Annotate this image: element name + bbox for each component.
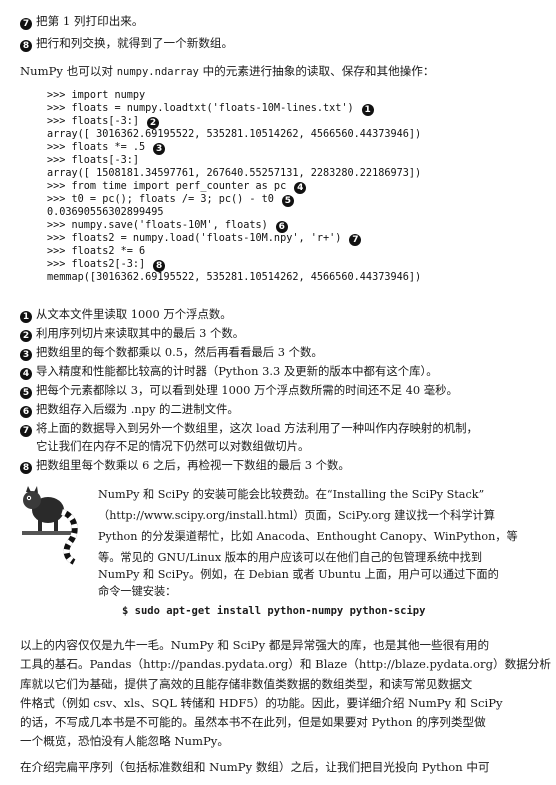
note-6: 6 把数组存入后缀为 .npy 的二进制文件。 bbox=[20, 402, 239, 418]
code-line: array([ 1508181.34597761, 267640.5525713… bbox=[47, 168, 421, 180]
tip-line: NumPy 和 SciPy 的安装可能会比较费劲。在“Installing th… bbox=[98, 488, 485, 501]
callout-item-7: 7 把第 1 列打印出来。 bbox=[20, 14, 144, 30]
note-marker: 1 bbox=[20, 311, 32, 323]
code-line: memmap([3016362.69195522, 535281.1051426… bbox=[47, 272, 421, 284]
code-line: >>> numpy.save('floats-10M', floats) 6 bbox=[47, 220, 288, 233]
code-line: >>> floats[-3:] 2 bbox=[47, 116, 160, 129]
callout-text: 把第 1 列打印出来。 bbox=[36, 14, 144, 28]
code-line: >>> from time import perf_counter as pc 4 bbox=[47, 181, 307, 194]
ring-tailed-lemur-tip-icon bbox=[22, 486, 78, 565]
tip-line: NumPy 和 SciPy。例如，在 Debian 或者 Ubuntu 上面，用… bbox=[98, 568, 499, 581]
tip-line: 等。常见的 GNU/Linux 版本的用户应该可以在他们自己的包管理系统中找到 bbox=[98, 551, 483, 564]
paragraph-line: 库就以它们为基础，提供了高效的且能存储非数值类数据的数组类型，和读写常见数据文 bbox=[20, 677, 473, 691]
note-text: 利用序列切片来读取其中的最后 3 个数。 bbox=[36, 326, 245, 340]
code-text: memmap([3016362.69195522, 535281.1051426… bbox=[47, 272, 422, 283]
code-callout-marker: 1 bbox=[361, 104, 374, 116]
code-callout-marker: 2 bbox=[147, 117, 160, 129]
note-marker: 7 bbox=[20, 425, 32, 437]
code-line: >>> t0 = pc(); floats /= 3; pc() - t0 5 bbox=[47, 194, 294, 207]
callout-marker: 7 bbox=[20, 18, 32, 30]
intro-before: NumPy 也可以对 bbox=[20, 64, 117, 78]
intro-code: numpy.ndarray bbox=[116, 66, 199, 78]
note-text: 把数组里每个数乘以 6 之后，再检视一下数组的最后 3 个数。 bbox=[36, 458, 350, 472]
code-line: >>> floats2 *= 6 bbox=[47, 246, 145, 258]
note-text: 从文本文件里读取 1000 万个浮点数。 bbox=[36, 307, 232, 321]
code-text: >>> import numpy bbox=[47, 90, 146, 101]
next-section-line: 在介绍完扁平序列（包括标准数组和 NumPy 数组）之后，让我们把目光投向 Py… bbox=[20, 760, 490, 774]
note-7: 7 将上面的数据导入到另外一个数组里，这次 load 方法利用了一种叫作内存映射的… bbox=[20, 421, 478, 437]
callout-marker: 8 bbox=[20, 40, 32, 52]
code-line: >>> import numpy bbox=[47, 90, 145, 102]
paragraph-line: 以上的内容仅仅是九牛一毛。NumPy 和 SciPy 都是异常强大的库，也是其他… bbox=[20, 638, 490, 652]
code-text: array([ 1508181.34597761, 267640.5525713… bbox=[47, 168, 422, 179]
note-3: 3 把数组里的每个数都乘以 0.5，然后再看看最后 3 个数。 bbox=[20, 345, 323, 361]
code-text: >>> t0 = pc(); floats /= 3; pc() - t0 bbox=[47, 194, 274, 205]
paragraph-line: 工具的基石。Pandas（http://pandas.pydata.org）和 … bbox=[20, 657, 551, 671]
intro-after: 中的元素进行抽象的读取、保存和其他操作： bbox=[198, 64, 435, 78]
code-text: >>> floats2 = numpy.load('floats-10M.npy… bbox=[47, 233, 342, 244]
code-text: >>> numpy.save('floats-10M', floats) bbox=[47, 220, 268, 231]
paragraph-line: 件格式（例如 csv、xls、SQL 转储和 HDF5）的功能。因此，要详细介绍… bbox=[20, 696, 503, 710]
tip-line: 命令一键安装： bbox=[98, 585, 177, 598]
note-text: 把数组里的每个数都乘以 0.5，然后再看看最后 3 个数。 bbox=[36, 345, 323, 359]
note-5: 5 把每个元素都除以 3，可以看到处理 1000 万个浮点数所需的时间还不足 40… bbox=[20, 383, 458, 399]
note-text: 把每个元素都除以 3，可以看到处理 1000 万个浮点数所需的时间还不足 40 … bbox=[36, 383, 458, 397]
code-line: array([ 3016362.69195522, 535281.1051426… bbox=[47, 129, 421, 141]
note-4: 4 导入精度和性能都比较高的计时器（Python 3.3 及更新的版本中都有这个库… bbox=[20, 364, 438, 380]
code-line: >>> floats[-3:] bbox=[47, 155, 139, 167]
code-text: array([ 3016362.69195522, 535281.1051426… bbox=[47, 129, 422, 140]
tip-line: Python 的分发渠道帮忙，比如 Anacoda、Enthought Cano… bbox=[98, 530, 518, 543]
note-marker: 8 bbox=[20, 462, 32, 474]
code-callout-marker: 6 bbox=[275, 221, 288, 233]
code-text: 0.03690556302899495 bbox=[47, 207, 164, 218]
tip-line: （http://www.scipy.org/install.html）页面，Sc… bbox=[98, 509, 495, 522]
intro-sentence: NumPy 也可以对 numpy.ndarray 中的元素进行抽象的读取、保存和… bbox=[20, 64, 434, 80]
code-line: >>> floats = numpy.loadtxt('floats-10M-l… bbox=[47, 103, 374, 116]
note-text: 它让我们在内存不足的情况下仍然可以对数组做切片。 bbox=[36, 439, 310, 453]
book-page: 7 把第 1 列打印出来。 8 把行和列交换，就得到了一个新数组。 NumPy 也可… bbox=[0, 0, 556, 785]
code-callout-marker: 3 bbox=[153, 143, 166, 155]
note-marker: 5 bbox=[20, 387, 32, 399]
note-text: 把数组存入后缀为 .npy 的二进制文件。 bbox=[36, 402, 239, 416]
note-7-continuation: 它让我们在内存不足的情况下仍然可以对数组做切片。 bbox=[36, 439, 309, 454]
code-text: >>> floats *= .5 bbox=[47, 142, 146, 153]
note-2: 2 利用序列切片来读取其中的最后 3 个数。 bbox=[20, 326, 244, 342]
code-callout-marker: 4 bbox=[294, 182, 307, 194]
code-callout-marker: 7 bbox=[349, 234, 362, 246]
code-callout-marker: 8 bbox=[153, 260, 166, 272]
callout-text: 把行和列交换，就得到了一个新数组。 bbox=[36, 36, 234, 50]
note-text: 将上面的数据导入到另外一个数组里，这次 load 方法利用了一种叫作内存映射的机… bbox=[36, 421, 478, 435]
code-text: >>> floats[-3:] bbox=[47, 116, 140, 127]
note-marker: 6 bbox=[20, 406, 32, 418]
note-marker: 2 bbox=[20, 330, 32, 342]
paragraph-line: 的话，不写成几本书是不可能的。虽然本书不在此列，但是如果要对 Python 的序… bbox=[20, 715, 486, 729]
code-text: >>> from time import perf_counter as pc bbox=[47, 181, 287, 192]
code-callout-marker: 5 bbox=[281, 195, 294, 207]
code-line: 0.03690556302899495 bbox=[47, 207, 164, 219]
install-command: $ sudo apt-get install python-numpy pyth… bbox=[122, 605, 426, 617]
code-text: >>> floats[-3:] bbox=[47, 155, 140, 166]
note-marker: 3 bbox=[20, 349, 32, 361]
note-8: 8 把数组里每个数乘以 6 之后，再检视一下数组的最后 3 个数。 bbox=[20, 458, 350, 474]
note-text: 导入精度和性能都比较高的计时器（Python 3.3 及更新的版本中都有这个库）… bbox=[36, 364, 438, 378]
code-line: >>> floats *= .5 3 bbox=[47, 142, 166, 155]
note-1: 1 从文本文件里读取 1000 万个浮点数。 bbox=[20, 307, 232, 323]
note-marker: 4 bbox=[20, 368, 32, 380]
code-text: >>> floats2[-3:] bbox=[47, 259, 146, 270]
code-line: >>> floats2[-3:] 8 bbox=[47, 259, 166, 272]
code-text: >>> floats = numpy.loadtxt('floats-10M-l… bbox=[47, 103, 354, 114]
paragraph-line: 一个概览，恐怕没有人能忽略 NumPy。 bbox=[20, 734, 229, 748]
code-line: >>> floats2 = numpy.load('floats-10M.npy… bbox=[47, 233, 362, 246]
callout-item-8: 8 把行和列交换，就得到了一个新数组。 bbox=[20, 36, 233, 52]
code-text: >>> floats2 *= 6 bbox=[47, 246, 146, 257]
